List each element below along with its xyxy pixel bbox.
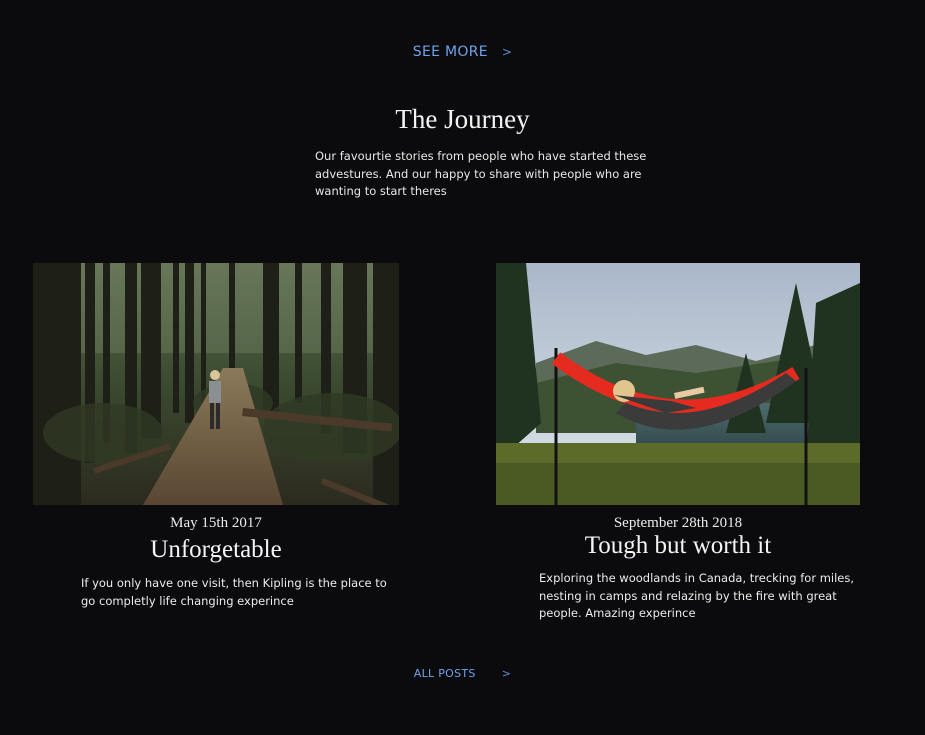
chevron-right-icon: > (501, 667, 512, 680)
all-posts-link[interactable]: ALL POSTS > (0, 667, 925, 680)
all-posts-label: ALL POSTS (413, 667, 476, 680)
post-card: September 28th 2018 Tough but worth it E… (496, 263, 860, 623)
post-date: September 28th 2018 (613, 515, 743, 531)
see-more-link[interactable]: SEE MORE > (0, 44, 925, 60)
post-excerpt: If you only have one visit, then Kipling… (81, 576, 387, 608)
post-card: May 15th 2017 Unforgetable If you only h… (33, 263, 399, 610)
section-title: The Journey (395, 104, 530, 134)
post-title[interactable]: Unforgetable (33, 536, 399, 564)
post-date: May 15th 2017 (170, 515, 262, 531)
forest-trail-photo[interactable] (33, 263, 399, 505)
hammock-lake-photo[interactable] (496, 263, 860, 505)
see-more-label: SEE MORE (412, 44, 488, 60)
chevron-right-icon: > (501, 45, 513, 59)
post-title[interactable]: Tough but worth it (496, 532, 860, 560)
section-description: Our favourtie stories from people who ha… (315, 149, 647, 198)
post-excerpt: Exploring the woodlands in Canada, treck… (539, 571, 855, 620)
